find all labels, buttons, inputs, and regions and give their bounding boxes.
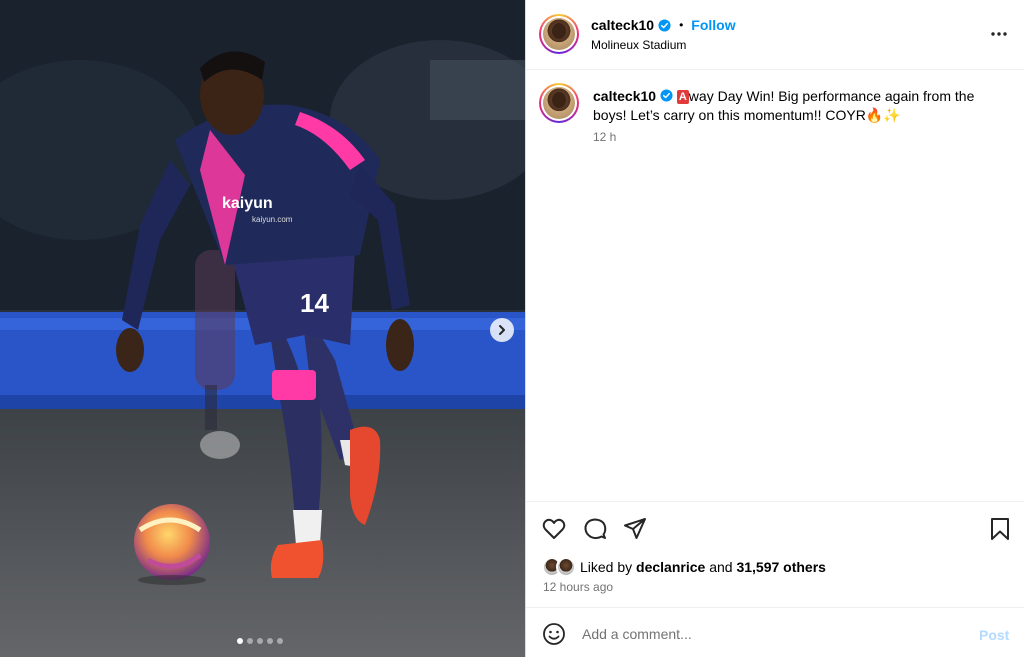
likes-others-count[interactable]: 31,597 others [736,559,826,575]
post-comment-button[interactable]: Post [979,627,1009,643]
shorts-number: 14 [300,288,329,318]
author-username[interactable]: calteck10 [591,17,654,33]
post-side-panel: calteck10 • Follow Molineux Stadium calt… [525,0,1024,657]
caption-body: calteck10 Away Day Win! Big performance … [593,87,1008,125]
emoji-icon[interactable] [542,622,566,646]
caption-username[interactable]: calteck10 [593,88,656,104]
more-options-icon[interactable] [989,24,1009,44]
chevron-right-icon [499,325,505,335]
carousel-indicator [237,638,283,644]
carousel-dot [277,638,283,644]
share-icon[interactable] [622,516,648,542]
comment-icon[interactable] [582,516,608,542]
verified-badge-icon [658,18,671,32]
letter-a-emoji: A [676,90,689,104]
sponsor-subtext: kaiyun.com [252,215,293,224]
post-actions: Liked by declanrice and 31,597 others 12… [526,501,1024,607]
heart-icon[interactable] [541,516,567,542]
post-media[interactable]: kaiyun kaiyun.com 14 [0,0,525,657]
carousel-dot-active [237,638,243,644]
post-timestamp[interactable]: 12 hours ago [543,580,613,594]
sponsor-logo: kaiyun [222,195,273,212]
likes-summary: Liked by declanrice and 31,597 others [542,557,826,577]
liked-by-and: and [709,559,733,575]
post-photo: kaiyun kaiyun.com 14 [0,0,525,657]
caption-timestamp[interactable]: 12 h [593,130,616,144]
follow-button[interactable]: Follow [691,17,735,33]
carousel-next-button[interactable] [490,318,514,342]
caption-author-avatar[interactable] [539,83,579,123]
carousel-dot [267,638,273,644]
carousel-dot [247,638,253,644]
comment-box: Post [526,607,1024,657]
carousel-dot [257,638,263,644]
author-avatar[interactable] [539,14,579,54]
liked-by-prefix: Liked by [580,559,633,575]
separator-dot: • [679,18,684,32]
liked-by-user[interactable]: declanrice [636,559,705,575]
location-link[interactable]: Molineux Stadium [591,38,686,52]
comment-input[interactable] [582,621,962,647]
verified-badge-icon [660,89,673,102]
bookmark-icon[interactable] [987,516,1013,542]
liker-avatar[interactable] [556,557,576,577]
post-header: calteck10 • Follow Molineux Stadium [526,0,1024,70]
